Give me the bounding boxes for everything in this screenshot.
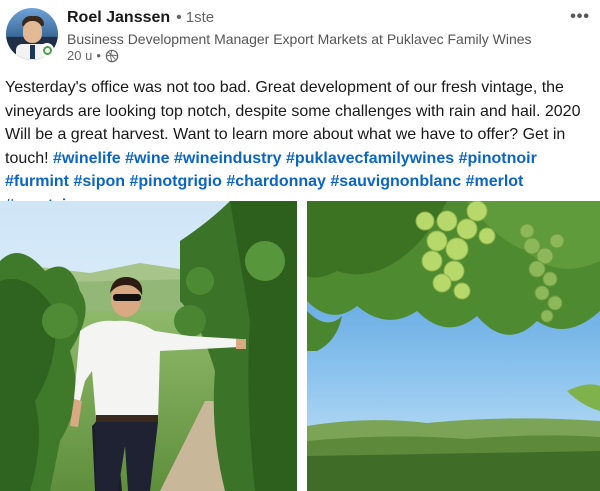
hashtag-link[interactable]: #puklavecfamilywines bbox=[286, 150, 454, 167]
hashtag-link[interactable]: #sipon bbox=[73, 173, 125, 190]
hashtag-link[interactable]: #furmint bbox=[5, 173, 69, 190]
globe-icon bbox=[105, 49, 119, 62]
post-time[interactable]: 20 u bbox=[67, 48, 92, 63]
hashtag-link[interactable]: #pinotnoir bbox=[459, 150, 537, 167]
post-text: Yesterday's office was not too bad. Grea… bbox=[5, 76, 595, 217]
hashtag-link[interactable]: #chardonnay bbox=[226, 173, 326, 190]
hashtag-link[interactable]: #sauvignonblanc bbox=[330, 173, 461, 190]
author-headline: Business Development Manager Export Mark… bbox=[67, 31, 532, 47]
post-header: Roel Janssen • 1ste Business Development M… bbox=[0, 0, 600, 72]
grapes-photo[interactable] bbox=[307, 201, 600, 491]
author-name[interactable]: Roel Janssen bbox=[67, 9, 170, 26]
vineyard-photo-person[interactable] bbox=[0, 201, 297, 491]
author-name-row: Roel Janssen • 1ste bbox=[67, 9, 214, 27]
more-options-icon[interactable]: ••• bbox=[570, 8, 590, 26]
meta-separator: • bbox=[96, 48, 101, 63]
hashtag-link[interactable]: #winelife bbox=[53, 150, 121, 167]
post-meta: 20 u • bbox=[67, 48, 119, 63]
name-separator: • bbox=[176, 9, 182, 26]
hashtag-link[interactable]: #wine bbox=[125, 150, 169, 167]
connection-degree: 1ste bbox=[185, 9, 215, 26]
online-status-icon bbox=[40, 43, 54, 57]
hashtag-link[interactable]: #wineindustry bbox=[174, 150, 282, 167]
hashtag-link[interactable]: #merlot bbox=[466, 173, 524, 190]
hashtag-link[interactable]: #pinotgrigio bbox=[129, 173, 221, 190]
